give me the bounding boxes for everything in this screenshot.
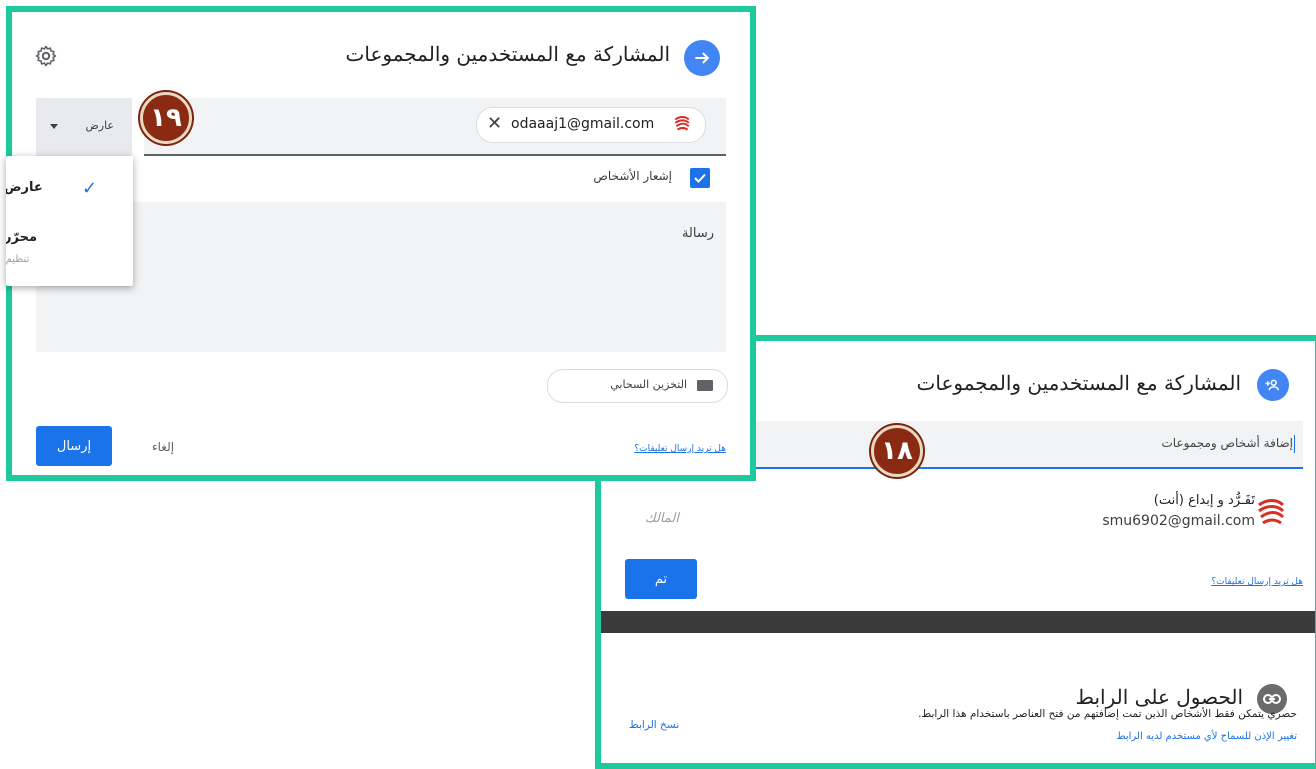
feedback-link[interactable]: هل تريد إرسال تعليقات؟ (634, 444, 726, 454)
share-dialog-title: المشاركة مع المستخدمين والمجموعات (916, 371, 1241, 395)
role-option-viewer-label: عارض (6, 180, 43, 195)
text-caret (1294, 435, 1295, 453)
role-option-editor-desc: تنظيم الملفات (6, 254, 30, 265)
message-placeholder: رسالة (681, 226, 714, 241)
share-dialog-title: المشاركة مع المستخدمين والمجموعات (345, 42, 670, 66)
share-dialog-foreground: المشاركة مع المستخدمين والمجموعات عارض ✕… (6, 6, 756, 481)
checkmark-icon: ✓ (82, 178, 98, 199)
notify-checkbox[interactable] (690, 168, 710, 188)
section-divider (601, 611, 1315, 633)
message-textarea[interactable]: رسالة (36, 202, 726, 352)
notify-label: إشعار الأشخاص (593, 169, 672, 183)
folder-icon (697, 380, 713, 391)
change-link-permission[interactable]: تغيير الإذن للسماح لأي مستخدم لديه الراب… (1116, 731, 1297, 742)
step-badge-18: ١٨ (871, 425, 923, 477)
role-dropdown-menu: ✓ عارض محرّر تنظيم الملفات (6, 156, 133, 286)
cloud-storage-label: التخزين السحابي (610, 378, 687, 391)
role-selector[interactable]: عارض (36, 98, 132, 156)
chip-email: odaaaj1@gmail.com (511, 116, 655, 132)
add-people-placeholder: إضافة أشخاص ومجموعات (1161, 436, 1294, 450)
back-arrow-icon[interactable] (684, 40, 720, 76)
copy-link-button[interactable]: نسخ الرابط (629, 719, 679, 731)
owner-name: تَفَـرُّد و إبداع (أنت) (1153, 493, 1255, 508)
get-link-title: الحصول على الرابط (1075, 685, 1244, 709)
step-badge-19: ١٩ (140, 92, 192, 144)
owner-avatar (1255, 497, 1287, 529)
recipient-chip[interactable]: ✕ odaaaj1@gmail.com (476, 107, 706, 143)
done-button[interactable]: تم (625, 559, 697, 599)
feedback-link[interactable]: هل تريد إرسال تعليقات؟ (1211, 577, 1303, 587)
settings-gear-icon[interactable] (34, 44, 58, 68)
link-description: حصري يتمكن فقط الأشخاص الذين تمت إضافتهم… (918, 708, 1297, 720)
role-option-editor[interactable]: محرّر تنظيم الملفات (6, 226, 133, 276)
owner-role: المالك (645, 511, 679, 526)
add-people-input[interactable]: إضافة أشخاص ومجموعات (749, 421, 1303, 469)
cloud-storage-chip[interactable]: التخزين السحابي (547, 369, 728, 403)
close-icon[interactable]: ✕ (487, 113, 502, 134)
caret-down-icon (50, 124, 58, 129)
add-person-icon (1257, 369, 1289, 401)
cancel-button[interactable]: إلغاء (152, 440, 174, 454)
send-button[interactable]: إرسال (36, 426, 112, 466)
role-option-viewer[interactable]: ✓ عارض (6, 174, 133, 204)
chip-avatar (673, 115, 691, 133)
owner-email: smu6902@gmail.com (1102, 513, 1255, 529)
role-selector-value: عارض (85, 119, 114, 132)
role-option-editor-label: محرّر (6, 230, 37, 245)
